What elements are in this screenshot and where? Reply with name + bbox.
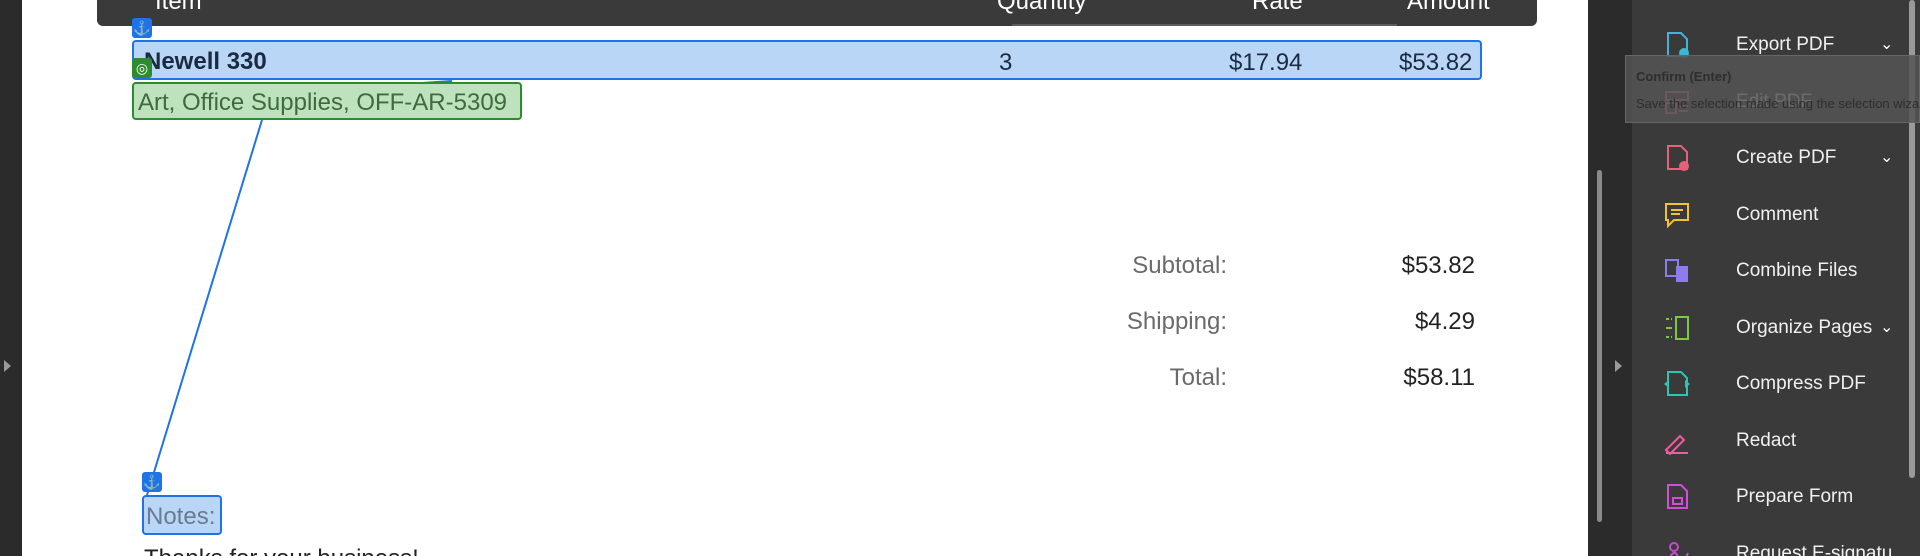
tool-combine-files[interactable]: Combine Files bbox=[1662, 250, 1892, 292]
line-item-row[interactable]: Newell 330 3 $17.94 $53.82 bbox=[132, 40, 1482, 80]
tool-label: Create PDF bbox=[1736, 147, 1837, 168]
document-scrollbar-thumb[interactable] bbox=[1597, 170, 1602, 522]
item-description: Art, Office Supplies, OFF-AR-5309 bbox=[138, 89, 508, 116]
tool-request-esignature[interactable]: Request E-signatu bbox=[1662, 533, 1892, 556]
header-item: Item bbox=[155, 0, 202, 15]
table-header: Item Quantity Rate Amount bbox=[97, 0, 1537, 26]
tool-redact[interactable]: Redact bbox=[1662, 420, 1892, 462]
tool-create-pdf[interactable]: Create PDF ⌄ bbox=[1662, 137, 1893, 179]
tool-label: Organize Pages bbox=[1736, 316, 1873, 338]
tool-organize-pages[interactable]: Organize Pages ⌄ bbox=[1662, 307, 1893, 349]
shipping-value: $4.29 bbox=[1414, 308, 1475, 335]
comment-icon bbox=[1665, 202, 1689, 228]
left-gutter bbox=[0, 0, 22, 556]
pdf-page: Item Quantity Rate Amount Newell 330 3 $… bbox=[22, 0, 1588, 556]
combine-files-icon bbox=[1665, 259, 1688, 282]
tool-comment[interactable]: Comment bbox=[1662, 194, 1892, 236]
tooltip: Confirm (Enter) Save the selection made … bbox=[1625, 55, 1920, 123]
organize-pages-icon bbox=[1666, 315, 1689, 340]
subtotal-value: $53.82 bbox=[1401, 252, 1475, 279]
redact-icon bbox=[1664, 434, 1688, 455]
tool-compress-pdf[interactable]: Compress PDF bbox=[1662, 363, 1892, 405]
tool-label: Comment bbox=[1736, 203, 1819, 225]
left-panel-expand-arrow[interactable] bbox=[4, 360, 11, 372]
connector-line bbox=[146, 119, 263, 496]
chevron-down-icon[interactable]: ⌄ bbox=[1880, 34, 1893, 54]
notes-label: Notes: bbox=[146, 503, 216, 530]
total-label: Total: bbox=[1169, 364, 1227, 391]
request-esignature-icon bbox=[1669, 541, 1689, 556]
header-quantity: Quantity bbox=[997, 0, 1087, 15]
item-description-box[interactable]: Art, Office Supplies, OFF-AR-5309 bbox=[132, 82, 522, 120]
tooltip-text: Save the selection made using the select… bbox=[1636, 96, 1920, 111]
tool-label: Prepare Form bbox=[1736, 486, 1854, 507]
tools-pane-collapse-arrow[interactable] bbox=[1615, 360, 1622, 372]
item-quantity: 3 bbox=[999, 49, 1013, 76]
create-pdf-icon bbox=[1667, 145, 1689, 171]
compress-pdf-icon bbox=[1664, 371, 1690, 396]
chevron-down-icon[interactable]: ⌄ bbox=[1880, 147, 1893, 167]
header-divider bbox=[1012, 24, 1397, 26]
subtotal-label: Subtotal: bbox=[1132, 252, 1227, 279]
shipping-label: Shipping: bbox=[1126, 308, 1227, 335]
tool-label: Export PDF bbox=[1736, 34, 1835, 55]
header-amount: Amount bbox=[1407, 0, 1490, 15]
tool-label: Request E-signatu bbox=[1736, 542, 1893, 556]
notes-text: Thanks for your business! bbox=[144, 545, 419, 556]
item-amount: $53.82 bbox=[1399, 49, 1473, 76]
tool-label: Redact bbox=[1736, 429, 1797, 451]
header-rate: Rate bbox=[1252, 0, 1303, 15]
app-window: Item Quantity Rate Amount Newell 330 3 $… bbox=[0, 0, 1920, 556]
prepare-form-icon bbox=[1667, 484, 1688, 509]
tool-label: Compress PDF bbox=[1736, 373, 1866, 394]
item-name: Newell 330 bbox=[144, 48, 267, 75]
document-scrollbar[interactable] bbox=[1588, 0, 1610, 556]
item-rate: $17.94 bbox=[1229, 49, 1303, 76]
total-value: $58.11 bbox=[1403, 364, 1475, 391]
target-icon[interactable]: ◎ bbox=[132, 58, 152, 78]
tool-prepare-form[interactable]: Prepare Form bbox=[1662, 476, 1892, 518]
anchor-icon[interactable]: ⚓ bbox=[132, 18, 152, 38]
chevron-down-icon[interactable]: ⌄ bbox=[1880, 317, 1893, 337]
notes-label-box[interactable]: Notes: bbox=[142, 495, 222, 535]
tool-label: Combine Files bbox=[1736, 260, 1858, 281]
notes-anchor-icon[interactable]: ⚓ bbox=[142, 472, 162, 492]
tooltip-title: Confirm (Enter) bbox=[1636, 69, 1732, 84]
